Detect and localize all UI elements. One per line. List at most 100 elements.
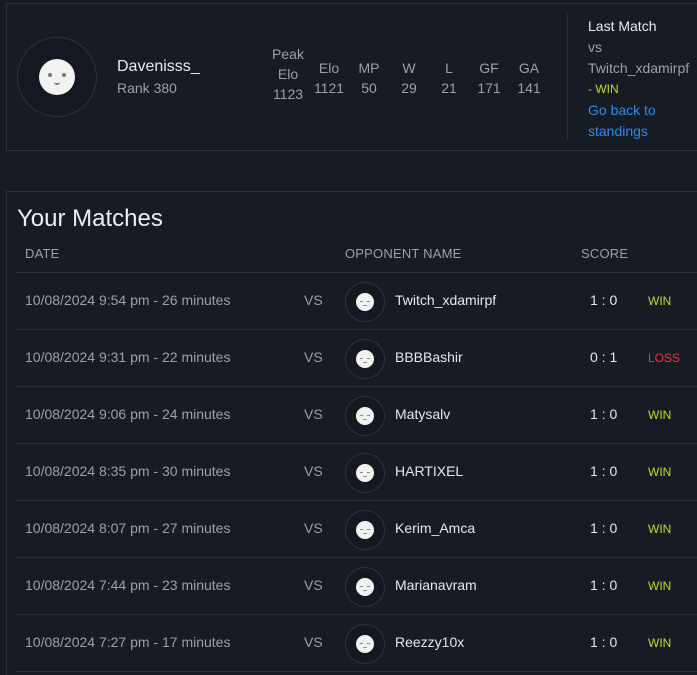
stat-label: GF — [479, 60, 499, 76]
table-row: 10/08/2024 8:35 pm - 30 minutes VS HARTI… — [15, 444, 697, 501]
match-date: 10/08/2024 7:27 pm - 17 minutes — [25, 634, 231, 650]
vs-label: VS — [304, 292, 323, 308]
stat-mp: MP 50 — [349, 44, 389, 104]
vs-label: VS — [304, 349, 323, 365]
opponent-avatar[interactable] — [345, 510, 385, 550]
stat-label: L — [445, 60, 453, 76]
opponent-name[interactable]: Reezzy10x — [395, 634, 464, 650]
stat-label: Peak — [272, 46, 304, 62]
match-date: 10/08/2024 7:44 pm - 23 minutes — [25, 577, 231, 593]
vs-label: VS — [304, 577, 323, 593]
opponent-avatar[interactable] — [345, 282, 385, 322]
face-avatar-icon — [356, 578, 374, 596]
match-result-badge: WIN — [648, 294, 672, 308]
column-header-opponent: OPPONENT NAME — [345, 246, 462, 261]
opponent-avatar[interactable] — [345, 396, 385, 436]
back-to-standings-link[interactable]: Go back to standings — [588, 100, 689, 142]
match-date: 10/08/2024 9:06 pm - 24 minutes — [25, 406, 231, 422]
match-score: 0 : 1 — [590, 349, 618, 365]
stat-label: GA — [518, 60, 540, 76]
match-score: 1 : 0 — [590, 292, 618, 308]
user-rank: Rank 380 — [117, 80, 177, 96]
last-match-title: Last Match — [588, 18, 657, 34]
opponent-name[interactable]: Twitch_xdamirpf — [395, 292, 496, 308]
match-result-badge: LOSS — [648, 351, 681, 365]
match-date: 10/08/2024 9:31 pm - 22 minutes — [25, 349, 231, 365]
match-score: 1 : 0 — [590, 406, 618, 422]
stat-label: Elo — [277, 66, 299, 82]
table-row: 10/08/2024 7:27 pm - 17 minutes VS Reezz… — [15, 615, 697, 672]
stat-value: 171 — [477, 80, 501, 96]
opponent-avatar[interactable] — [345, 339, 385, 379]
table-row: 10/08/2024 9:31 pm - 22 minutes VS BBBBa… — [15, 330, 697, 387]
stat-l: L 21 — [429, 44, 469, 104]
face-avatar-icon — [356, 635, 374, 653]
opponent-avatar[interactable] — [345, 567, 385, 607]
face-avatar-icon — [39, 59, 75, 95]
face-avatar-icon — [356, 407, 374, 425]
stat-value: 21 — [441, 80, 457, 96]
table-row: 10/08/2024 9:54 pm - 26 minutes VS Twitc… — [15, 273, 697, 330]
opponent-name[interactable]: BBBBashir — [395, 349, 463, 365]
stat-value: 1123 — [272, 86, 304, 102]
last-match-opponent: Twitch_xdamirpf — [588, 60, 690, 76]
stat-ga: GA 141 — [509, 44, 549, 104]
vs-label: VS — [304, 463, 323, 479]
vs-label: VS — [304, 520, 323, 536]
stat-label: Elo — [318, 60, 340, 76]
face-avatar-icon — [356, 521, 374, 539]
matches-title: Your Matches — [17, 205, 163, 232]
match-result-badge: WIN — [648, 522, 672, 536]
stat-label: MP — [358, 60, 380, 76]
divider — [567, 14, 568, 140]
match-date: 10/08/2024 8:07 pm - 27 minutes — [25, 520, 231, 536]
stat-value: 29 — [401, 80, 417, 96]
face-avatar-icon — [356, 293, 374, 311]
match-result-badge: WIN — [648, 465, 672, 479]
result-dash: - — [588, 82, 592, 96]
opponent-name[interactable]: Kerim_Amca — [395, 520, 475, 536]
column-header-date: DATE — [25, 246, 60, 261]
stat-gf: GF 171 — [469, 44, 509, 104]
opponent-avatar[interactable] — [345, 453, 385, 493]
match-date: 10/08/2024 9:54 pm - 26 minutes — [25, 292, 231, 308]
username: Davenisss_ — [117, 58, 200, 75]
vs-label: VS — [304, 406, 323, 422]
stats-row: Peak Elo 1123 Elo 1121 MP 50 W 29 L 21 G… — [267, 44, 549, 104]
link-line-1[interactable]: Go back to — [588, 100, 689, 121]
stat-label: W — [402, 60, 416, 76]
match-score: 1 : 0 — [590, 520, 618, 536]
opponent-avatar[interactable] — [345, 624, 385, 664]
table-row: 10/08/2024 8:07 pm - 27 minutes VS Kerim… — [15, 501, 697, 558]
column-header-score: SCORE — [581, 246, 629, 261]
opponent-name[interactable]: HARTIXEL — [395, 463, 463, 479]
stat-value: 50 — [361, 80, 377, 96]
stat-peak-elo: Peak Elo 1123 — [267, 44, 309, 104]
match-result-badge: WIN — [648, 636, 672, 650]
matches-table-body: 10/08/2024 9:54 pm - 26 minutes VS Twitc… — [15, 273, 697, 672]
stat-value: 141 — [517, 80, 541, 96]
face-avatar-icon — [356, 350, 374, 368]
last-match-vs: vs — [588, 39, 602, 55]
result-text: WIN — [595, 82, 619, 96]
opponent-name[interactable]: Marianavram — [395, 577, 477, 593]
table-row: 10/08/2024 9:06 pm - 24 minutes VS Matys… — [15, 387, 697, 444]
profile-card: Davenisss_ Rank 380 Peak Elo 1123 Elo 11… — [6, 3, 697, 151]
table-row: 10/08/2024 7:44 pm - 23 minutes VS Maria… — [15, 558, 697, 615]
link-line-2[interactable]: standings — [588, 121, 689, 142]
stat-value: 1121 — [313, 80, 345, 96]
last-match-panel: Last Match vs Twitch_xdamirpf - WIN Go b… — [588, 16, 689, 142]
stat-w: W 29 — [389, 44, 429, 104]
match-result-badge: WIN — [648, 408, 672, 422]
opponent-name[interactable]: Matysalv — [395, 406, 450, 422]
stat-elo: Elo 1121 — [309, 44, 349, 104]
user-avatar — [17, 37, 97, 117]
face-avatar-icon — [356, 464, 374, 482]
matches-card: Your Matches DATE OPPONENT NAME SCORE 10… — [6, 191, 697, 675]
match-score: 1 : 0 — [590, 577, 618, 593]
match-score: 1 : 0 — [590, 634, 618, 650]
match-result-badge: WIN — [648, 579, 672, 593]
match-date: 10/08/2024 8:35 pm - 30 minutes — [25, 463, 231, 479]
last-match-result: - WIN — [588, 79, 689, 100]
match-score: 1 : 0 — [590, 463, 618, 479]
